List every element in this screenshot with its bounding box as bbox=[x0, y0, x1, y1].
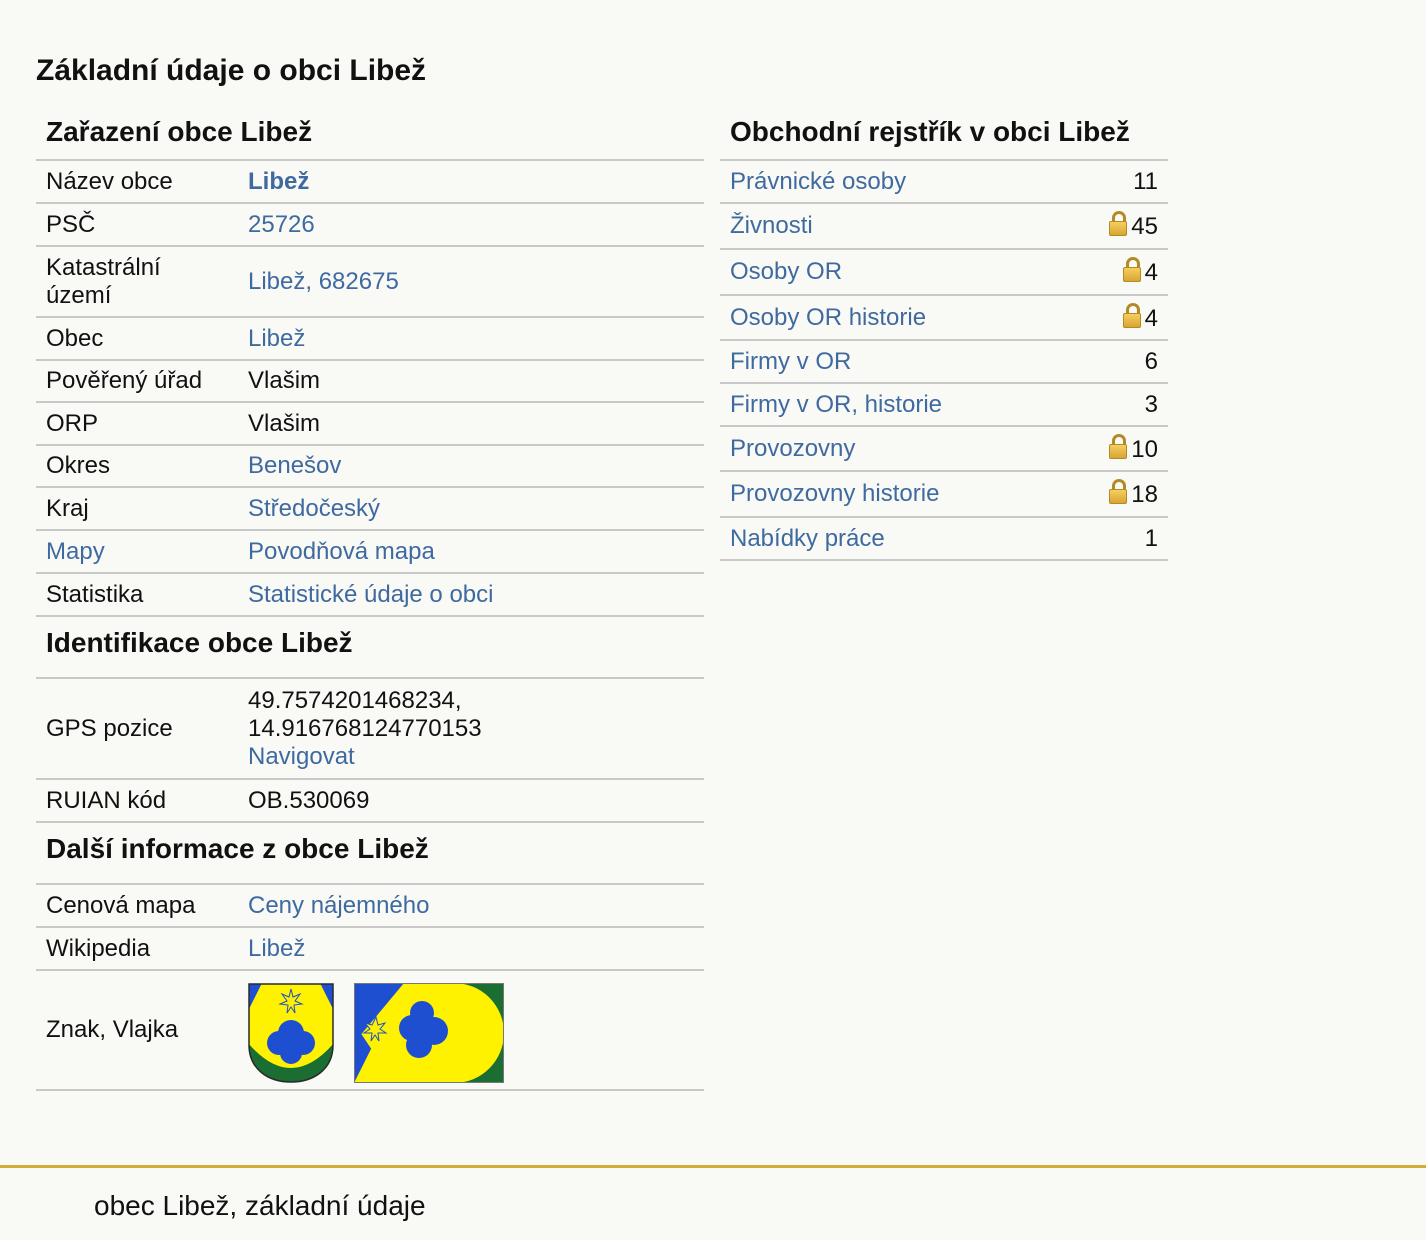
lock-icon bbox=[1122, 302, 1141, 329]
provozovny-link[interactable]: Provozovny bbox=[730, 435, 855, 462]
table-row: Pověřený úřad Vlašim bbox=[36, 360, 704, 403]
table-row: Nabídky práce 1 bbox=[720, 517, 1168, 561]
row-label: Znak, Vlajka bbox=[36, 970, 238, 1091]
dalsi-table: Cenová mapa Ceny nájemného Wikipedia Lib… bbox=[36, 885, 704, 1091]
psc-link[interactable]: 25726 bbox=[248, 211, 315, 238]
table-row: Provozovny 10 bbox=[720, 426, 1168, 472]
table-row: Mapy Povodňová mapa bbox=[36, 530, 704, 574]
row-label: Kraj bbox=[36, 487, 238, 531]
zarazeni-table: Název obce Libež PSČ 25726 Katastrální ú… bbox=[36, 161, 704, 617]
zarazeni-heading: Zařazení obce Libež bbox=[36, 110, 704, 161]
table-row: Znak, Vlajka bbox=[36, 970, 704, 1091]
page-title: Základní údaje o obci Libež bbox=[36, 54, 427, 87]
right-column: Obchodní rejstřík v obci Libež Právnické… bbox=[720, 110, 1168, 561]
firmy-v-or-link[interactable]: Firmy v OR bbox=[730, 348, 851, 375]
identifikace-heading: Identifikace obce Libež bbox=[36, 617, 704, 679]
provozovny-historie-link[interactable]: Provozovny historie bbox=[730, 480, 939, 507]
table-row: Právnické osoby 11 bbox=[720, 161, 1168, 204]
osoby-or-historie-link[interactable]: Osoby OR historie bbox=[730, 304, 926, 331]
ruian-value: OB.530069 bbox=[238, 779, 704, 823]
footer-text: obec Libež, základní údaje bbox=[94, 1190, 426, 1221]
row-label: ORP bbox=[36, 402, 238, 446]
coat-of-arms-image[interactable] bbox=[248, 983, 334, 1083]
row-label: Wikipedia bbox=[36, 927, 238, 971]
rejstrik-table: Právnické osoby 11 Živnosti 45 Osoby OR … bbox=[720, 161, 1168, 561]
ceny-najemneho-link[interactable]: Ceny nájemného bbox=[248, 892, 429, 919]
lock-icon bbox=[1109, 433, 1128, 460]
povodnova-mapa-link[interactable]: Povodňová mapa bbox=[248, 538, 435, 565]
table-row: PSČ 25726 bbox=[36, 203, 704, 247]
provozovny-historie-count: 18 bbox=[1131, 481, 1158, 508]
firmy-v-or-historie-count: 3 bbox=[1038, 383, 1168, 427]
table-row: Okres Benešov bbox=[36, 445, 704, 488]
table-row: Katastrální území Libež, 682675 bbox=[36, 246, 704, 318]
lock-icon bbox=[1122, 257, 1141, 283]
dalsi-heading: Další informace z obce Libež bbox=[36, 823, 704, 885]
osoby-or-historie-count: 4 bbox=[1144, 304, 1158, 332]
navigovat-link[interactable]: Navigovat bbox=[248, 743, 355, 770]
pravnicke-osoby-count: 11 bbox=[1038, 161, 1168, 204]
firmy-v-or-count: 6 bbox=[1038, 340, 1168, 384]
row-label: Katastrální území bbox=[36, 246, 238, 318]
gps-longitude: 14.916768124770153 bbox=[248, 714, 482, 742]
obec-name-link[interactable]: Libež bbox=[248, 168, 309, 195]
table-row: Provozovny historie 18 bbox=[720, 471, 1168, 518]
footer-divider bbox=[0, 1165, 1426, 1168]
okres-link[interactable]: Benešov bbox=[248, 452, 341, 479]
table-row: Wikipedia Libež bbox=[36, 927, 704, 971]
obec-link[interactable]: Libež bbox=[248, 325, 305, 352]
row-label: GPS pozice bbox=[36, 679, 238, 780]
lock-icon bbox=[1109, 211, 1128, 237]
nabidky-prace-count: 1 bbox=[1038, 517, 1168, 561]
nabidky-prace-link[interactable]: Nabídky práce bbox=[730, 525, 885, 552]
table-row: Cenová mapa Ceny nájemného bbox=[36, 885, 704, 928]
gps-latitude: 49.7574201468234, bbox=[248, 686, 462, 714]
pravnicke-osoby-link[interactable]: Právnické osoby bbox=[730, 168, 906, 195]
zivnosti-link[interactable]: Živnosti bbox=[730, 212, 813, 239]
table-row: Název obce Libež bbox=[36, 161, 704, 204]
provozovny-count: 10 bbox=[1131, 435, 1158, 463]
table-row: Osoby OR 4 bbox=[720, 249, 1168, 296]
row-label: Cenová mapa bbox=[36, 885, 238, 928]
table-row: Osoby OR historie 4 bbox=[720, 295, 1168, 341]
table-row: Firmy v OR 6 bbox=[720, 340, 1168, 384]
povereny-urad-value: Vlašim bbox=[238, 360, 704, 403]
row-label: PSČ bbox=[36, 203, 238, 247]
osoby-or-link[interactable]: Osoby OR bbox=[730, 258, 842, 285]
table-row: RUIAN kód OB.530069 bbox=[36, 779, 704, 823]
table-row: ORP Vlašim bbox=[36, 402, 704, 446]
row-label: Statistika bbox=[36, 573, 238, 617]
row-label: Obec bbox=[36, 317, 238, 361]
row-label: Okres bbox=[36, 445, 238, 488]
row-label: Název obce bbox=[36, 161, 238, 204]
left-column: Zařazení obce Libež Název obce Libež PSČ… bbox=[36, 110, 704, 1091]
lock-icon bbox=[1109, 479, 1128, 505]
table-row: Statistika Statistické údaje o obci bbox=[36, 573, 704, 617]
flag-image[interactable] bbox=[354, 983, 504, 1083]
table-row: Živnosti 45 bbox=[720, 203, 1168, 250]
mapy-link[interactable]: Mapy bbox=[46, 538, 105, 565]
table-row: Firmy v OR, historie 3 bbox=[720, 383, 1168, 427]
orp-value: Vlašim bbox=[238, 402, 704, 446]
statistika-link[interactable]: Statistické údaje o obci bbox=[248, 581, 493, 608]
zivnosti-count: 45 bbox=[1131, 213, 1158, 240]
firmy-v-or-historie-link[interactable]: Firmy v OR, historie bbox=[730, 391, 942, 418]
kraj-link[interactable]: Středočeský bbox=[248, 495, 380, 522]
row-label: RUIAN kód bbox=[36, 779, 238, 823]
identifikace-table: GPS pozice 49.7574201468234, 14.91676812… bbox=[36, 679, 704, 823]
katastr-link[interactable]: Libež, 682675 bbox=[248, 268, 399, 295]
row-label: Pověřený úřad bbox=[36, 360, 238, 403]
table-row: Obec Libež bbox=[36, 317, 704, 361]
table-row: Kraj Středočeský bbox=[36, 487, 704, 531]
wikipedia-link[interactable]: Libež bbox=[248, 935, 305, 962]
table-row: GPS pozice 49.7574201468234, 14.91676812… bbox=[36, 679, 704, 780]
rejstrik-heading: Obchodní rejstřík v obci Libež bbox=[720, 110, 1168, 161]
osoby-or-count: 4 bbox=[1144, 259, 1158, 286]
